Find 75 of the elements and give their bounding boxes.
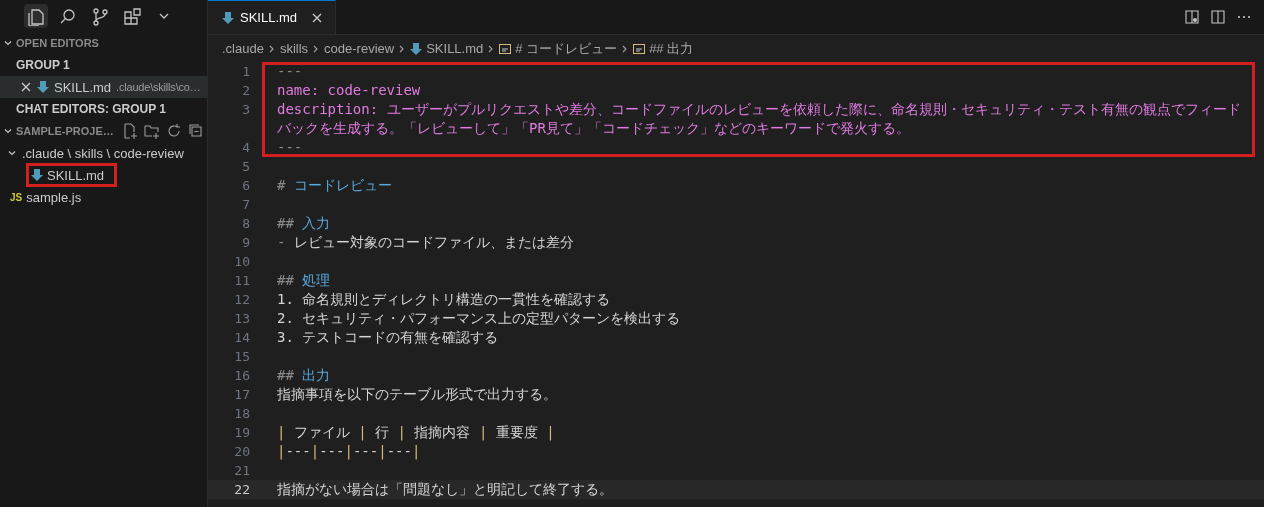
code-line: | ファイル | 行 | 指摘内容 | 重要度 | bbox=[277, 423, 556, 442]
line-number: 7 bbox=[241, 196, 250, 214]
symbol-icon bbox=[633, 42, 646, 55]
code-line: name: code-review bbox=[277, 81, 422, 100]
file-item[interactable]: sample.js bbox=[26, 189, 82, 205]
line-number: 5 bbox=[241, 158, 250, 176]
line-number: 2 bbox=[241, 82, 250, 100]
down-arrow-icon bbox=[222, 10, 234, 25]
down-arrow-icon bbox=[31, 168, 43, 182]
branch-icon bbox=[90, 6, 110, 26]
line-number: 8 bbox=[241, 215, 250, 233]
down-arrow-icon bbox=[410, 41, 423, 56]
collapse-icon[interactable] bbox=[187, 123, 204, 139]
chevron-icon bbox=[267, 43, 276, 54]
code-line: ## 出力 bbox=[277, 366, 332, 385]
open-editor-item[interactable]: SKILL.md .claude\skills\co… bbox=[0, 76, 207, 98]
refresh-icon[interactable] bbox=[165, 123, 182, 139]
folder-item[interactable]: .claude \ skills \ code-review bbox=[22, 145, 184, 161]
close-icon[interactable] bbox=[20, 81, 32, 93]
line-number: 18 bbox=[233, 405, 250, 423]
code-line: |---|---|---|---| bbox=[277, 442, 422, 461]
line-number: 4 bbox=[241, 139, 250, 157]
line-number: 11 bbox=[233, 272, 250, 290]
breadcrumb-item[interactable]: code-review bbox=[324, 41, 395, 56]
line-number: 12 bbox=[233, 291, 250, 309]
close-icon[interactable] bbox=[311, 11, 323, 24]
code-line: ## 処理 bbox=[277, 271, 332, 290]
editor-tab[interactable]: SKILL.md bbox=[208, 0, 336, 34]
search-icon bbox=[58, 6, 78, 26]
split-editor-icon[interactable] bbox=[1210, 9, 1226, 25]
line-number: 22 bbox=[233, 481, 250, 499]
line-number: 17 bbox=[233, 386, 250, 404]
code-line: --- bbox=[277, 62, 304, 81]
code-line: 指摘がない場合は「問題なし」と明記して終了する。 bbox=[277, 480, 614, 499]
down-arrow-icon bbox=[37, 80, 49, 94]
file-type-icon: JS bbox=[10, 191, 23, 203]
line-number: 16 bbox=[233, 367, 250, 385]
code-line: # コードレビュー bbox=[277, 176, 393, 195]
line-number: 3 bbox=[241, 101, 250, 119]
file-item[interactable]: SKILL.md bbox=[47, 167, 105, 183]
group-label: GROUP 1 bbox=[15, 57, 71, 74]
line-number: 9 bbox=[241, 234, 250, 252]
code-line: --- bbox=[277, 138, 304, 157]
code-line: 2. セキュリティ・パフォーマンス上の定型パターンを検出する bbox=[277, 309, 682, 328]
breadcrumb-item[interactable]: # コードレビュー bbox=[515, 39, 618, 58]
code-line: 1. 命名規則とディレクトリ構造の一貫性を確認する bbox=[277, 290, 612, 309]
line-number: 6 bbox=[241, 177, 250, 195]
section-header[interactable]: OPEN EDITORS bbox=[16, 37, 99, 49]
code-line: ## 入力 bbox=[277, 214, 332, 233]
section-header[interactable]: SAMPLE-PROJE… bbox=[16, 125, 114, 137]
code-line: - レビュー対象のコードファイル、または差分 bbox=[277, 233, 575, 252]
line-number: 14 bbox=[233, 329, 250, 347]
breadcrumb-item[interactable]: .claude bbox=[222, 41, 264, 56]
line-number: 13 bbox=[233, 310, 250, 328]
line-number: 15 bbox=[233, 348, 250, 366]
line-number: 19 bbox=[233, 424, 250, 442]
code-line: 3. テストコードの有無を確認する bbox=[277, 328, 500, 347]
line-number: 20 bbox=[233, 443, 250, 461]
code-line: 指摘事項を以下のテーブル形式で出力する。 bbox=[277, 385, 558, 404]
files-icon bbox=[26, 6, 46, 26]
new-file-icon[interactable] bbox=[121, 123, 138, 139]
preview-icon[interactable] bbox=[1184, 9, 1200, 25]
symbol-icon bbox=[499, 42, 512, 55]
line-number: 1 bbox=[241, 63, 250, 81]
code-line: description: ユーザーがプルリクエストや差分、コードファイルのレビューを依頼した際に、命名規則・セキュリティ・テスト有無の観点でフィードバックを生成する。「レビューして」「PR見て」「コードチェック」などのキーワードで発火する。 bbox=[277, 100, 1242, 138]
breadcrumb-item[interactable]: ## 出力 bbox=[649, 39, 694, 58]
section-header[interactable]: CHAT EDITORS: GROUP 1 bbox=[0, 98, 207, 120]
activity-button[interactable] bbox=[24, 4, 48, 28]
extensions-icon bbox=[122, 6, 142, 26]
line-number: 10 bbox=[233, 253, 250, 271]
line-number: 21 bbox=[233, 462, 250, 480]
breadcrumb-item[interactable]: SKILL.md bbox=[426, 41, 484, 56]
breadcrumb-item[interactable]: skills bbox=[279, 41, 309, 56]
chevron-icon bbox=[159, 13, 169, 19]
new-folder-icon[interactable] bbox=[143, 123, 160, 139]
